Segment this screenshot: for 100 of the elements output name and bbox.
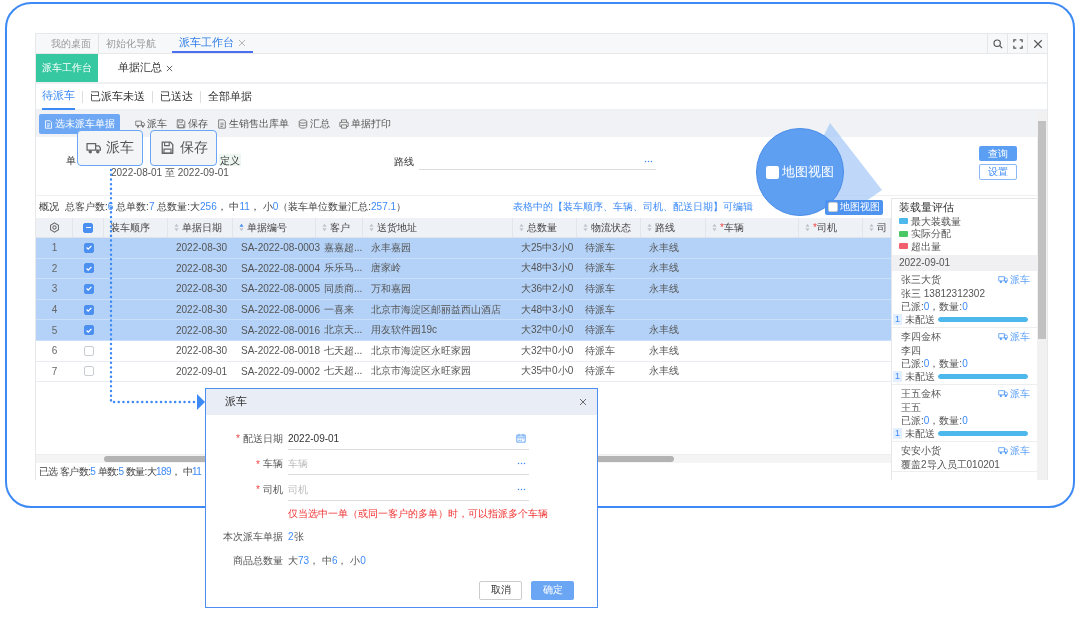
row-number: 7: [51, 365, 58, 377]
legend-label: 实际分配: [911, 228, 951, 240]
dialog-title: 派车: [225, 395, 247, 409]
required-mark: *: [813, 222, 817, 233]
count-badge: 1: [893, 427, 902, 440]
status-text: 未配送: [905, 427, 935, 440]
table-cell: 嘉嘉超...: [324, 240, 363, 255]
field-value: 2张: [288, 529, 304, 544]
table-cell: 七天超...: [324, 343, 363, 358]
required-mark: *: [236, 433, 240, 445]
table-cell: 待派车: [585, 364, 615, 379]
column-header: 装车顺序: [110, 220, 150, 235]
required-mark: *: [256, 458, 260, 470]
table-cell: 大35中0小0: [521, 364, 574, 379]
row-number: 2: [51, 262, 58, 274]
driver-info: 张三 13812312302: [901, 287, 986, 299]
table-cell: SA-2022-08-0004: [241, 262, 320, 274]
table-cell: 乐乐马...: [324, 261, 363, 276]
table-cell: 用友软件园19c: [371, 323, 438, 338]
vehicle-name: 张三大货: [901, 273, 941, 286]
table-cell: 永丰线: [649, 282, 679, 296]
row-number: 4: [51, 304, 58, 316]
edit-hint: 表格中的【装车顺序、车辆、司机、配送日期】可编辑: [513, 200, 753, 214]
table-cell: 北京市海淀区永旺家园: [371, 343, 471, 358]
column-header: 总数量: [527, 220, 557, 235]
table-cell: 一喜来: [324, 302, 354, 317]
table-cell: 2022-08-30: [176, 242, 228, 254]
load-stats: 已派:0，数量:0: [901, 415, 969, 427]
table-cell: SA-2022-08-0006: [241, 304, 320, 316]
field-label: 路线: [394, 155, 415, 169]
vehicle-name: 李四金杯: [901, 330, 941, 343]
callout-label: 地图视图: [782, 163, 834, 181]
table-cell: 待派车: [585, 323, 615, 338]
table-cell: SA-2022-09-0002: [241, 365, 320, 377]
section-title: 概况: [39, 200, 59, 214]
field-value: 大73， 中6， 小0: [288, 553, 366, 568]
table-cell: 永丰线: [649, 323, 679, 338]
field-label: 司机: [263, 482, 283, 497]
field-label: 车辆: [263, 457, 283, 472]
driver-info: 王五: [901, 401, 922, 413]
selection-summary: 已选 客户数:5 单数:5 数量:大189， 中11: [39, 464, 202, 479]
column-header: 单据编号: [247, 220, 287, 235]
row-number: 6: [51, 345, 58, 357]
table-cell: 大32中0小0: [521, 343, 574, 358]
field-label: 本次派车单据: [223, 529, 283, 544]
table-cell: 大36中2小0: [521, 282, 574, 296]
table-cell: SA-2022-08-0018: [241, 345, 320, 357]
row-number: 1: [51, 242, 58, 254]
table-cell: 2022-08-30: [176, 324, 228, 336]
table-cell: 2022-08-30: [176, 283, 228, 295]
column-header: 单据日期: [182, 220, 222, 235]
table-cell: 大25中3小0: [521, 240, 574, 255]
load-stats: 已派:0，数量:0: [901, 358, 969, 370]
load-stats: 已派:0，数量:0: [901, 301, 969, 313]
legend-label: 超出量: [911, 240, 941, 252]
filter-label: 单: [66, 154, 77, 168]
table-cell: 2022-08-30: [176, 345, 228, 357]
table-cell: 大48中3小0: [521, 261, 574, 276]
column-header: 车辆: [723, 220, 744, 235]
callout-tooltip: 保存: [150, 130, 217, 166]
table-cell: 永丰线: [649, 261, 679, 276]
table-cell: 大48中3小0: [521, 302, 574, 317]
status-text: 未配送: [905, 313, 935, 326]
table-cell: SA-2022-08-0016: [241, 324, 320, 336]
table-cell: 待派车: [585, 343, 615, 358]
vehicle-name: 王五金杯: [901, 387, 941, 400]
table-cell: 七天超...: [324, 364, 363, 379]
table-cell: 唐家岭: [371, 261, 401, 276]
row-number: 3: [51, 283, 58, 295]
column-header: 客户: [330, 220, 350, 235]
table-cell: 永丰线: [649, 364, 679, 379]
callout-tooltip: 派车: [77, 130, 143, 166]
warning-text: 仅当选中一单（或同一客户的多单）时，可以指派多个车辆: [288, 506, 548, 521]
column-header: 物流状态: [591, 220, 631, 235]
field-label: 商品总数量: [233, 553, 283, 568]
date-header: 2022-09-01: [892, 255, 1037, 271]
table-cell: 万和嘉园: [371, 282, 411, 296]
legend-label: 最大装载量: [911, 215, 961, 227]
table-cell: 永丰线: [649, 240, 679, 255]
driver-info: 覆盖2导入员工010201: [901, 458, 1001, 470]
column-header: 路线: [655, 220, 675, 235]
column-header: 司机: [816, 220, 837, 235]
table-cell: 2022-08-30: [176, 304, 228, 316]
table-cell: 大32中0小0: [521, 323, 574, 338]
count-badge: 1: [893, 370, 902, 383]
table-cell: 北京市海淀区永旺家园: [371, 364, 471, 379]
table-cell: 待派车: [585, 240, 615, 255]
table-cell: 待派车: [585, 282, 615, 296]
date-range: 2022-08-01 至 2022-09-01: [111, 166, 230, 180]
count-badge: 1: [893, 313, 902, 326]
required-mark: *: [256, 484, 260, 496]
field-label: 配送日期: [243, 431, 283, 446]
required-mark: *: [720, 222, 724, 233]
table-cell: 待派车: [585, 261, 615, 276]
table-cell: 北京市海淀区邮丽益西山酒店: [371, 302, 501, 317]
table-cell: 同质商...: [324, 282, 363, 296]
table-cell: 待派车: [585, 302, 615, 317]
row-number: 5: [51, 324, 58, 336]
table-cell: SA-2022-08-0005: [241, 283, 320, 295]
vehicle-name: 安安小货: [901, 444, 941, 457]
